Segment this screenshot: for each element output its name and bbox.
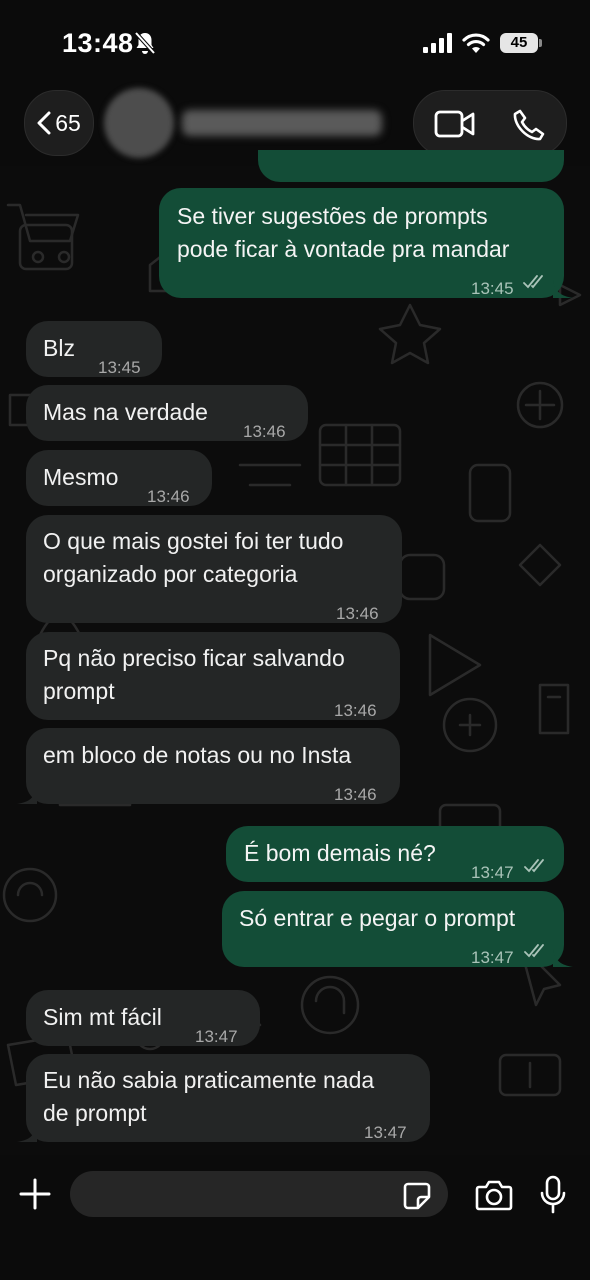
message-incoming[interactable]: Eu não sabia praticamente nada de prompt…: [17, 1054, 430, 1142]
unread-count: 65: [55, 109, 81, 136]
status-bar: 13:48 45: [0, 0, 590, 88]
message-text: Sim mt fácil: [43, 1004, 162, 1030]
plus-icon[interactable]: [18, 1177, 52, 1211]
read-ticks-icon: [524, 859, 544, 873]
message-time: 13:46: [334, 785, 377, 804]
message-text: Só entrar e pegar o prompt: [239, 905, 516, 931]
phone-call-icon[interactable]: [512, 108, 546, 142]
message-incoming[interactable]: Mas na verdade 13:46: [26, 385, 308, 441]
avatar[interactable]: [104, 88, 174, 158]
message-time: 13:46: [147, 487, 190, 506]
video-call-icon[interactable]: [434, 109, 476, 139]
bubble-tail: [553, 280, 573, 298]
message-text: em bloco de notas ou no Insta: [43, 742, 352, 768]
message-incoming[interactable]: Blz 13:45: [26, 321, 162, 377]
message-line: Eu não sabia praticamente nada: [43, 1067, 375, 1093]
message-time: 13:47: [471, 863, 514, 882]
message-time: 13:46: [243, 422, 286, 441]
message-outgoing[interactable]: É bom demais né? 13:47: [226, 826, 564, 882]
wifi-icon: [462, 33, 490, 53]
message-time: 13:46: [334, 701, 377, 720]
read-ticks-icon: [523, 275, 543, 289]
contact-name[interactable]: [182, 110, 382, 136]
message-time: 13:47: [364, 1123, 407, 1142]
message-text: Se tiver sugestões de prompts pode ficar…: [177, 200, 509, 266]
microphone-icon[interactable]: [540, 1175, 566, 1215]
signal-icon: [423, 33, 452, 53]
message-bubble-partial: [258, 150, 564, 182]
message-incoming[interactable]: Pq não preciso ficar salvando prompt 13:…: [26, 632, 400, 720]
message-incoming[interactable]: O que mais gostei foi ter tudo organizad…: [26, 515, 402, 623]
message-text: O que mais gostei foi ter tudo organizad…: [43, 525, 343, 591]
bubble-tail: [553, 949, 573, 967]
message-text: Mas na verdade: [43, 399, 208, 425]
chat-screen: 13:48 45 65 Se tiver sugestões de prompt…: [0, 0, 590, 1280]
message-text: Mesmo: [43, 464, 119, 490]
message-line: prompt: [43, 678, 115, 704]
message-time: 13:47: [195, 1027, 238, 1046]
message-line: organizado por categoria: [43, 561, 298, 587]
message-incoming[interactable]: em bloco de notas ou no Insta 13:46: [17, 728, 400, 804]
message-incoming[interactable]: Sim mt fácil 13:47: [26, 990, 260, 1046]
message-text: É bom demais né?: [244, 840, 436, 866]
battery-icon: 45: [500, 33, 538, 53]
message-composer: [0, 1155, 590, 1280]
message-line: Pq não preciso ficar salvando: [43, 645, 345, 671]
message-text: Blz: [43, 335, 75, 361]
chevron-left-icon: [37, 111, 51, 135]
message-line: pode ficar à vontade pra mandar: [177, 236, 510, 262]
message-line: de prompt: [43, 1100, 147, 1126]
message-time: 13:47: [471, 948, 514, 967]
bubble-tail: [17, 786, 37, 804]
bubble-tail: [17, 1124, 37, 1142]
battery-tip: [539, 39, 542, 47]
message-line: Se tiver sugestões de prompts: [177, 203, 488, 229]
bell-slash-icon: [134, 31, 156, 55]
message-text: Pq não preciso ficar salvando prompt: [43, 642, 345, 708]
camera-icon[interactable]: [475, 1179, 513, 1211]
message-time: 13:46: [336, 604, 379, 623]
message-time: 13:45: [471, 279, 514, 298]
message-time: 13:45: [98, 358, 141, 377]
call-actions: [413, 90, 567, 156]
status-time: 13:48: [62, 28, 134, 58]
message-text: Eu não sabia praticamente nada de prompt: [43, 1064, 374, 1130]
back-button[interactable]: 65: [24, 90, 94, 156]
read-ticks-icon: [524, 944, 544, 958]
message-outgoing[interactable]: Se tiver sugestões de prompts pode ficar…: [159, 188, 573, 298]
message-line: O que mais gostei foi ter tudo: [43, 528, 344, 554]
message-input[interactable]: [70, 1171, 448, 1217]
message-outgoing[interactable]: Só entrar e pegar o prompt 13:47: [222, 891, 573, 967]
sticker-icon[interactable]: [402, 1181, 432, 1211]
message-incoming[interactable]: Mesmo 13:46: [26, 450, 212, 506]
